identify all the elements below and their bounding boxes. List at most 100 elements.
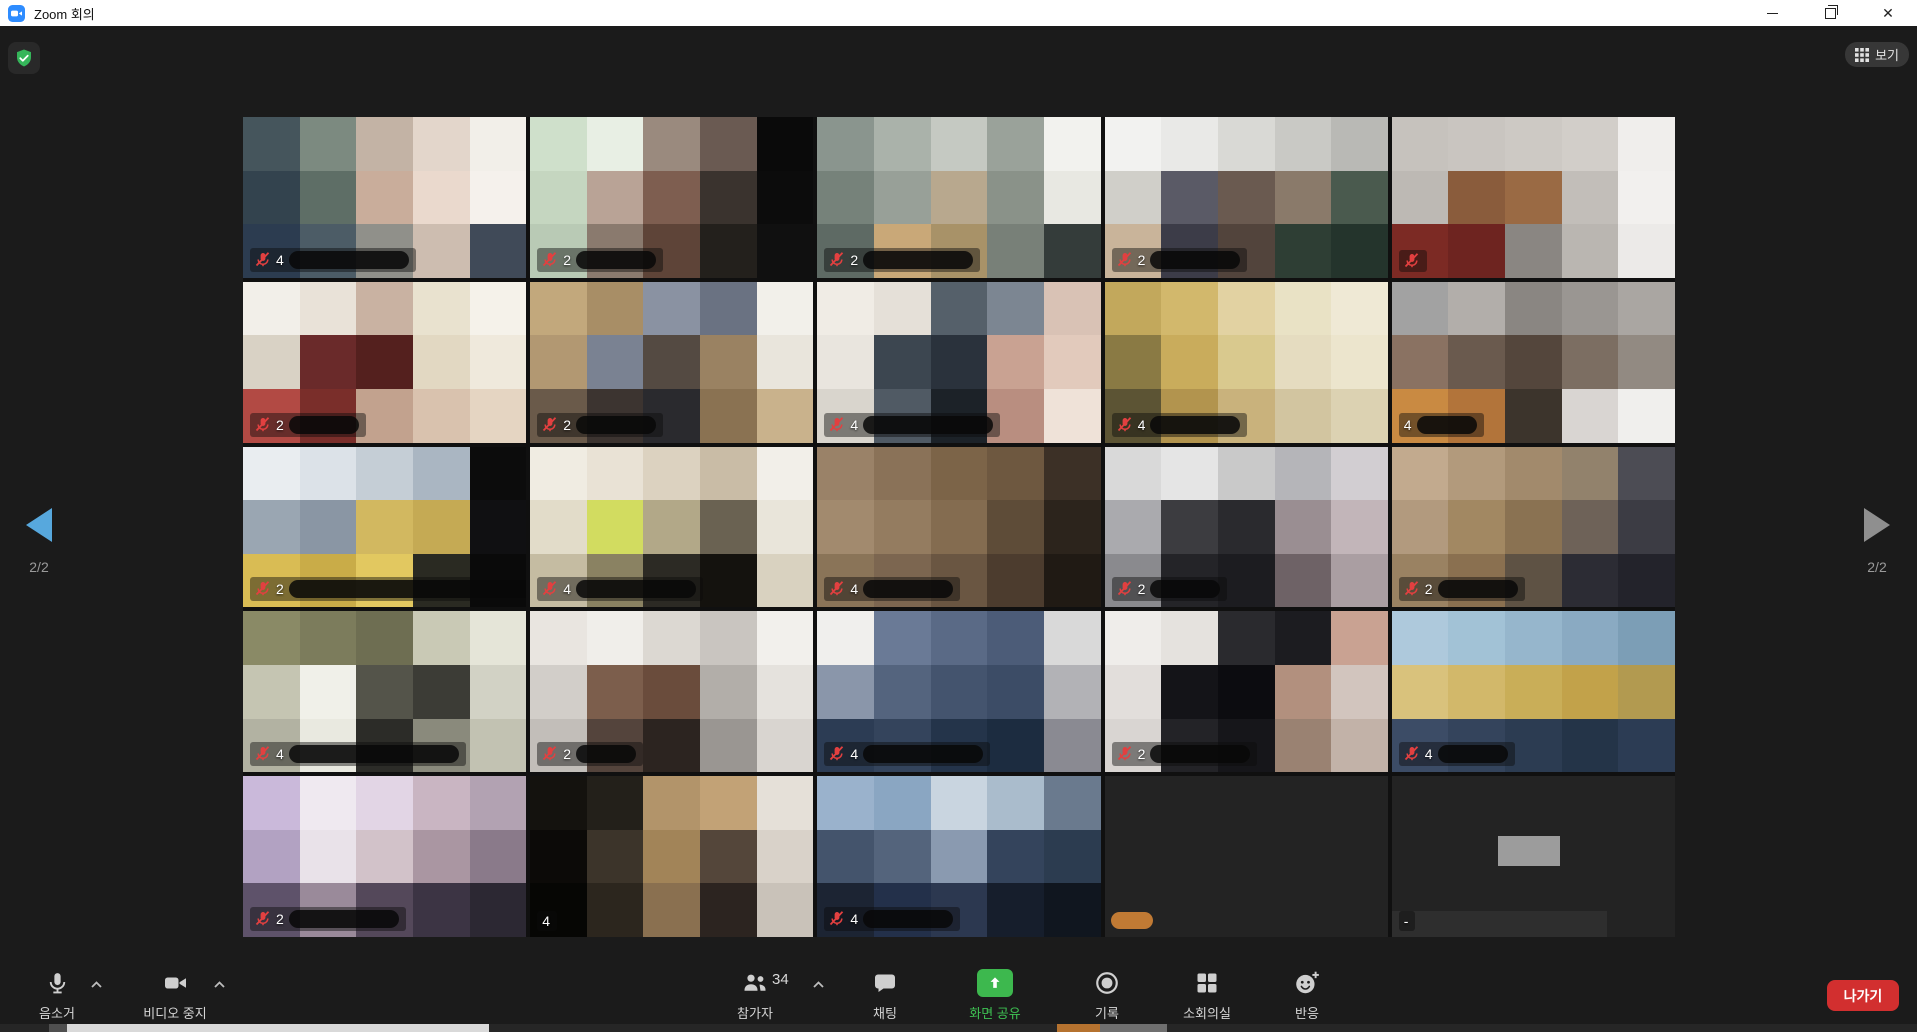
share-screen-button[interactable]: 화면 공유 [930,966,1060,1022]
mosaic-cell [587,883,644,937]
stop-video-button[interactable]: 비디오 중지 [110,966,240,1022]
mosaic-cell [931,282,988,336]
video-tile[interactable]: 4 [817,611,1100,772]
video-tile[interactable]: 4 [1392,611,1675,772]
participant-name-badge: 2 [824,248,980,272]
video-tile[interactable]: 2 [1105,117,1388,278]
mosaic-cell [1618,665,1675,719]
mosaic-cell [987,447,1044,501]
mic-muted-icon [1404,746,1420,762]
redacted-name-bar [1438,580,1518,598]
video-tile[interactable]: 2 [243,282,526,443]
participants-button[interactable]: 참가자 [690,966,820,1022]
next-page-button[interactable]: 2/2 [1852,508,1902,575]
video-tile[interactable]: 4 [243,117,526,278]
video-tile[interactable]: 2 [243,447,526,608]
mosaic-cell [1218,282,1275,336]
video-tile[interactable]: 2 [817,117,1100,278]
mosaic-cell [817,500,874,554]
mosaic-cell [1618,389,1675,443]
participant-name: 4 [1425,747,1433,761]
leave-button[interactable]: 나가기 [1827,980,1899,1011]
mosaic-cell [1044,776,1101,830]
mosaic-cell [530,282,587,336]
restore-button[interactable] [1801,0,1859,26]
video-tile[interactable]: 2 [1392,447,1675,608]
video-tile[interactable]: 4 [530,776,813,937]
video-tile[interactable]: 2 [1105,447,1388,608]
mute-options-caret[interactable] [90,976,103,994]
mosaic-cell [1562,447,1619,501]
video-tile[interactable]: 4 [1392,282,1675,443]
mosaic-cell [587,282,644,336]
video-tile[interactable] [1392,117,1675,278]
mosaic-cell [931,665,988,719]
mosaic-cell [587,776,644,830]
video-tile[interactable]: 4 [817,776,1100,937]
video-tile[interactable]: 4 [530,447,813,608]
video-tile[interactable]: - [1392,776,1675,937]
mosaic-cell [530,447,587,501]
mosaic-cell [643,171,700,225]
mosaic-cell [1505,117,1562,171]
mosaic-cell [1331,665,1388,719]
reactions-button[interactable]: 반응 [1242,966,1372,1022]
mosaic-cell [817,776,874,830]
video-tile[interactable]: 4 [817,447,1100,608]
participant-name-badge: 2 [250,907,406,931]
video-tile[interactable]: 4 [243,611,526,772]
mosaic-cell [1448,224,1505,278]
participant-name-badge: 4 [537,911,557,931]
mosaic-cell [700,335,757,389]
mosaic-cell [700,389,757,443]
participants-count: 34 [772,971,789,988]
mosaic-cell [700,171,757,225]
mute-button[interactable]: 음소거 [0,966,122,1022]
participant-name: 2 [1138,253,1146,267]
participant-name-badge: 4 [1112,413,1248,437]
grid-view-icon [1855,48,1869,62]
participant-name-badge: 2 [1112,577,1228,601]
video-tile[interactable]: 2 [1105,611,1388,772]
video-tile[interactable] [1105,776,1388,937]
close-button[interactable]: ✕ [1859,0,1917,26]
video-tile[interactable]: 2 [530,117,813,278]
mosaic-cell [1562,665,1619,719]
participant-name-badge: 4 [250,742,466,766]
dim-strip [1392,911,1607,937]
mosaic-cell [1448,665,1505,719]
mosaic-cell [243,500,300,554]
reactions-icon [1293,970,1321,996]
mosaic-cell [356,500,413,554]
video-tile[interactable]: 2 [530,282,813,443]
mosaic-cell [817,171,874,225]
prev-page-button[interactable]: 2/2 [14,508,64,575]
mosaic-cell [413,776,470,830]
video-tile[interactable]: 2 [530,611,813,772]
mosaic-cell [1448,282,1505,336]
mosaic-cell [987,665,1044,719]
mosaic-cell [987,719,1044,773]
mosaic-cell [1044,447,1101,501]
video-tile[interactable]: 4 [1105,282,1388,443]
mic-muted-icon [255,746,271,762]
mosaic-cell [300,447,357,501]
mosaic-cell [243,117,300,171]
video-tile[interactable]: 4 [817,282,1100,443]
mic-muted-icon [829,911,845,927]
security-shield-button[interactable] [8,42,40,74]
minimize-button[interactable] [1743,0,1801,26]
mosaic-cell [356,447,413,501]
mosaic-cell [700,830,757,884]
mic-muted-icon [1117,417,1133,433]
mosaic-cell [1218,447,1275,501]
record-label: 기록 [1095,1003,1119,1022]
mosaic-cell [700,554,757,608]
mosaic-cell [1044,719,1101,773]
window-controls: ✕ [1743,0,1917,26]
view-button[interactable]: 보기 [1845,42,1909,67]
mosaic-cell [243,776,300,830]
video-options-caret[interactable] [213,976,226,994]
mosaic-cell [470,776,527,830]
video-tile[interactable]: 2 [243,776,526,937]
